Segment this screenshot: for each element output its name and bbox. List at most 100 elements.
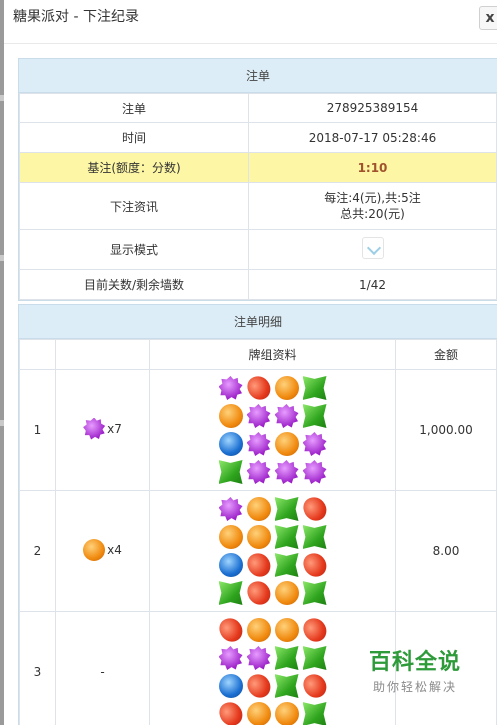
red-candy-icon (300, 549, 329, 581)
win-summary: - (55, 611, 150, 725)
col-header-index (19, 339, 56, 370)
win-summary: x4 (55, 490, 150, 612)
blue-candy-icon (218, 432, 243, 456)
edge-mark (0, 255, 4, 261)
row-label: 下注资讯 (19, 182, 249, 230)
base-bet-value: 1:10 (248, 152, 497, 183)
row-index: 3 (19, 611, 56, 725)
order-time-value: 2018-07-17 05:28:46 (248, 122, 497, 153)
purple-candy-icon (246, 646, 271, 670)
win-summary-group: x4 (83, 538, 122, 561)
detail-row: 1 x7 1,000.00 (19, 369, 497, 491)
red-candy-icon (244, 549, 273, 581)
purple-candy-icon (302, 432, 327, 456)
orange-candy-icon (83, 538, 106, 561)
row-label: 目前关数/剩余墙数 (19, 269, 249, 300)
card-grid-cell (149, 611, 396, 725)
row-label: 显示模式 (19, 229, 249, 270)
red-candy-icon (300, 670, 329, 702)
orange-candy-icon (246, 525, 271, 549)
purple-candy-icon (274, 460, 299, 484)
detail-row: 2 x4 8.00 (19, 490, 497, 612)
red-candy-icon (244, 577, 273, 609)
watermark-subtitle: 助你轻松解决 (372, 680, 457, 694)
orange-candy-icon (274, 432, 299, 456)
red-candy-icon (244, 372, 273, 404)
red-candy-icon (244, 670, 273, 702)
orange-candy-icon (246, 702, 271, 725)
detail-panel-heading: 注单明细 (19, 305, 497, 339)
row-index: 2 (19, 490, 56, 612)
green-candy-icon (218, 460, 243, 484)
purple-candy-icon (83, 417, 106, 440)
candy-grid (150, 614, 395, 725)
purple-candy-icon (218, 497, 243, 521)
candy-grid (150, 493, 395, 609)
green-candy-icon (274, 497, 299, 521)
watermark: 百科全说 助你轻松解决 (369, 644, 461, 695)
row-label: 时间 (19, 122, 249, 153)
win-summary: x7 (55, 369, 150, 491)
green-candy-icon (302, 525, 327, 549)
order-row-time: 时间 2018-07-17 05:28:46 (19, 122, 497, 153)
left-window-edge (0, 0, 4, 725)
candy-grid (150, 372, 395, 484)
display-mode-value (248, 229, 497, 270)
purple-candy-icon (274, 404, 299, 428)
win-count: - (100, 665, 105, 679)
red-candy-icon (216, 698, 245, 725)
close-button[interactable]: x (479, 6, 497, 30)
order-row-base-bet: 基注(额度：分数) 1:10 (19, 152, 497, 183)
orange-candy-icon (218, 525, 243, 549)
win-summary-group: - (100, 665, 104, 679)
bet-info-line1: 每注:4(元),共:5注 (324, 191, 421, 205)
green-candy-icon (302, 376, 327, 400)
win-count: x4 (107, 542, 122, 557)
purple-candy-icon (246, 460, 271, 484)
win-summary-group: x7 (83, 417, 122, 440)
orange-candy-icon (246, 497, 271, 521)
row-label: 注单 (19, 93, 249, 123)
row-label: 基注(额度：分数) (19, 152, 249, 183)
orange-candy-icon (274, 376, 299, 400)
purple-candy-icon (246, 432, 271, 456)
order-row-display-mode: 显示模式 (19, 229, 497, 270)
orange-candy-icon (274, 581, 299, 605)
order-id-value: 278925389154 (248, 93, 497, 123)
green-candy-icon (302, 702, 327, 725)
orange-candy-icon (274, 702, 299, 725)
purple-candy-icon (302, 460, 327, 484)
amount-value: 8.00 (395, 490, 497, 612)
green-candy-icon (274, 646, 299, 670)
window-title: 糖果派对 - 下注纪录 (13, 9, 139, 25)
order-row-bet-info: 下注资讯 每注:4(元),共:5注 总共:20(元) (19, 182, 497, 230)
edge-mark (0, 420, 4, 426)
bet-info-value: 每注:4(元),共:5注 总共:20(元) (248, 182, 497, 230)
orange-candy-icon (246, 618, 271, 642)
purple-candy-icon (246, 404, 271, 428)
order-panel: 注单 注单 278925389154 时间 2018-07-17 05:28:4… (18, 58, 497, 301)
view-mode-icon[interactable] (361, 237, 384, 259)
orange-candy-icon (274, 618, 299, 642)
green-candy-icon (274, 674, 299, 698)
detail-header-row: 牌组资料 金额 (19, 339, 497, 370)
level-value: 1/42 (248, 269, 497, 300)
amount-value: 1,000.00 (395, 369, 497, 491)
order-table: 注单 278925389154 时间 2018-07-17 05:28:46 基… (19, 93, 497, 300)
col-header-cards: 牌组资料 (149, 339, 396, 370)
blue-candy-icon (218, 553, 243, 577)
green-candy-icon (274, 553, 299, 577)
green-candy-icon (302, 646, 327, 670)
order-panel-heading: 注单 (19, 59, 497, 93)
col-header-amount: 金额 (395, 339, 497, 370)
red-candy-icon (300, 614, 329, 646)
edge-mark (0, 95, 4, 101)
purple-candy-icon (218, 646, 243, 670)
blue-candy-icon (218, 674, 243, 698)
card-grid-cell (149, 369, 396, 491)
red-candy-icon (300, 493, 329, 525)
window-titlebar: 糖果派对 - 下注纪录 x (4, 0, 497, 44)
bet-info-line2: 总共:20(元) (340, 207, 405, 221)
green-candy-icon (302, 404, 327, 428)
order-row-id: 注单 278925389154 (19, 93, 497, 123)
